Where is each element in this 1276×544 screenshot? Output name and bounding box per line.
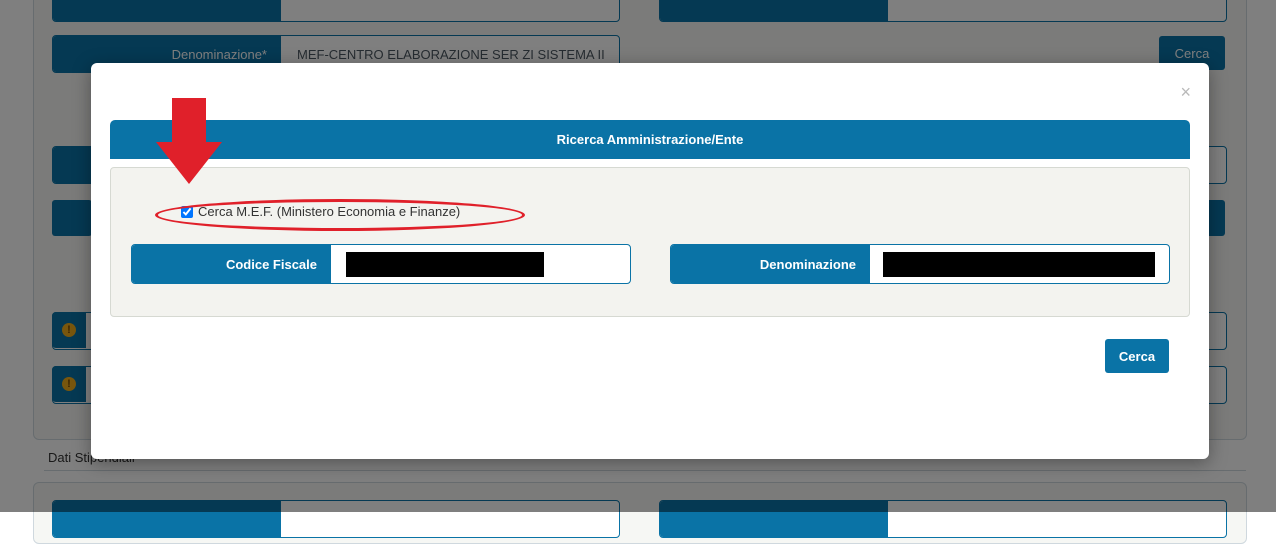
denominazione-field[interactable]: Denominazione <box>670 244 1170 284</box>
close-icon[interactable]: × <box>1180 83 1191 101</box>
mef-checkbox-row[interactable]: Cerca M.E.F. (Ministero Economia e Finan… <box>181 204 460 219</box>
codice-fiscale-field[interactable]: Codice Fiscale <box>131 244 631 284</box>
cerca-button[interactable]: Cerca <box>1105 339 1169 373</box>
ricerca-modal: × Ricerca Amministrazione/Ente Cerca M.E… <box>91 63 1209 459</box>
denominazione-label: Denominazione <box>671 245 870 283</box>
mef-checkbox[interactable] <box>181 205 193 218</box>
codice-fiscale-label: Codice Fiscale <box>132 245 331 283</box>
modal-title: Ricerca Amministrazione/Ente <box>110 120 1190 159</box>
mef-checkbox-label: Cerca M.E.F. (Ministero Economia e Finan… <box>198 204 461 219</box>
modal-search-panel: Cerca M.E.F. (Ministero Economia e Finan… <box>110 167 1190 317</box>
redaction-box <box>883 252 1155 277</box>
annotation-arrow-down-icon <box>156 98 222 184</box>
redaction-box <box>346 252 544 277</box>
